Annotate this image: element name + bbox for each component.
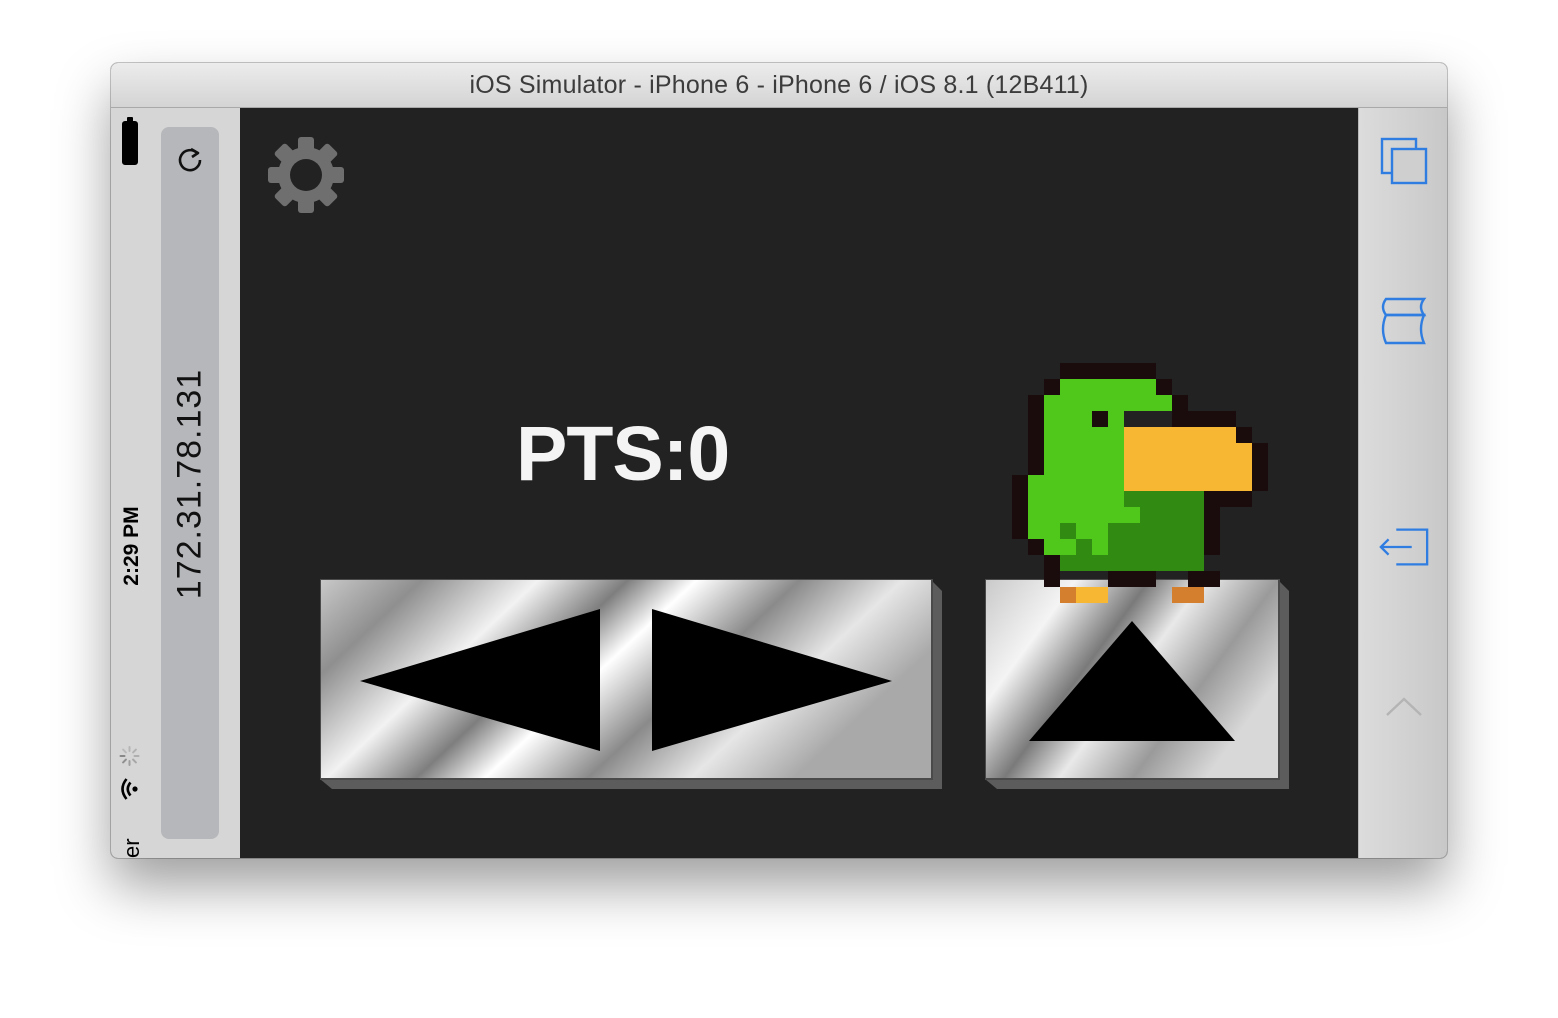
status-bar: 2:29 PM Carrier — [111, 108, 240, 858]
game-view[interactable]: PTS:0 — [240, 108, 1358, 858]
chevron-up-icon — [1377, 680, 1431, 734]
logout-icon[interactable] — [1377, 520, 1431, 574]
status-time: 2:29 PM — [120, 506, 143, 586]
carrier-label: Carrier — [119, 838, 145, 858]
left-right-button[interactable] — [320, 579, 944, 793]
window-title: iOS Simulator - iPhone 6 - iPhone 6 / iO… — [469, 70, 1089, 99]
activity-spinner-icon — [119, 745, 146, 767]
chevron-down-icon[interactable] — [1377, 846, 1431, 858]
simulator-toolbar — [1358, 108, 1447, 858]
refresh-icon[interactable] — [174, 143, 206, 175]
book-icon[interactable] — [1377, 294, 1431, 348]
simulator-window: iOS Simulator - iPhone 6 - iPhone 6 / iO… — [111, 63, 1447, 858]
jump-button[interactable] — [985, 579, 1291, 793]
copy-icon[interactable] — [1377, 134, 1431, 188]
battery-icon — [122, 117, 138, 165]
gear-icon[interactable] — [267, 136, 345, 214]
title-bar[interactable]: iOS Simulator - iPhone 6 - iPhone 6 / iO… — [111, 63, 1447, 108]
score-label: PTS:0 — [516, 411, 730, 497]
wifi-icon — [121, 777, 144, 801]
ip-address: 172.31.78.131 — [170, 368, 209, 600]
device-info-panel: 172.31.78.131 — [161, 127, 219, 839]
parrot-character — [1012, 363, 1268, 603]
